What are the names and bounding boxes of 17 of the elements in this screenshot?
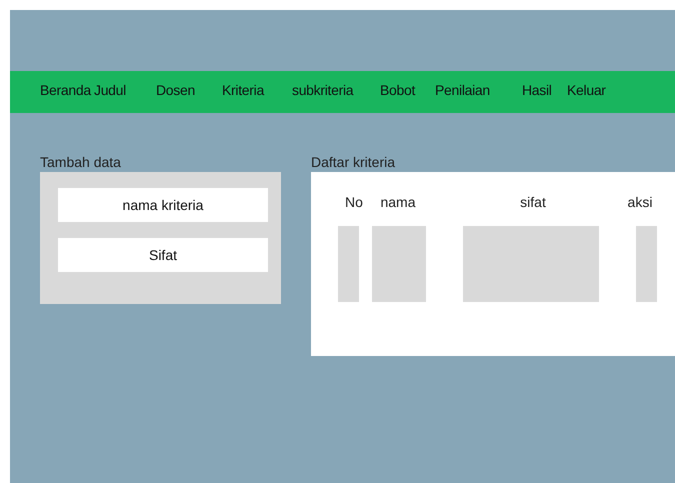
nav-link[interactable]: Bobot (380, 82, 416, 98)
column-header: No (344, 194, 364, 210)
nav-link[interactable]: Judul (94, 82, 126, 98)
nav-link[interactable]: Dosen (156, 82, 195, 98)
nav-link[interactable]: Kriteria (222, 82, 264, 98)
column-header: nama (379, 194, 417, 210)
nav-link[interactable]: Penilaian (435, 82, 490, 98)
column-header: aksi (626, 194, 654, 210)
input-field[interactable]: nama kriteria (58, 188, 268, 222)
column-header: sifat (519, 194, 547, 210)
nav-link[interactable]: Keluar (567, 82, 606, 98)
nav-link[interactable]: Beranda (40, 82, 91, 98)
nav-link[interactable]: subkriteria (292, 82, 354, 98)
nav-link[interactable]: Hasil (522, 82, 552, 98)
table-title: Daftar kriteria (311, 153, 396, 172)
form-title: Tambah data (40, 153, 122, 172)
input-field[interactable]: Sifat (58, 238, 268, 272)
